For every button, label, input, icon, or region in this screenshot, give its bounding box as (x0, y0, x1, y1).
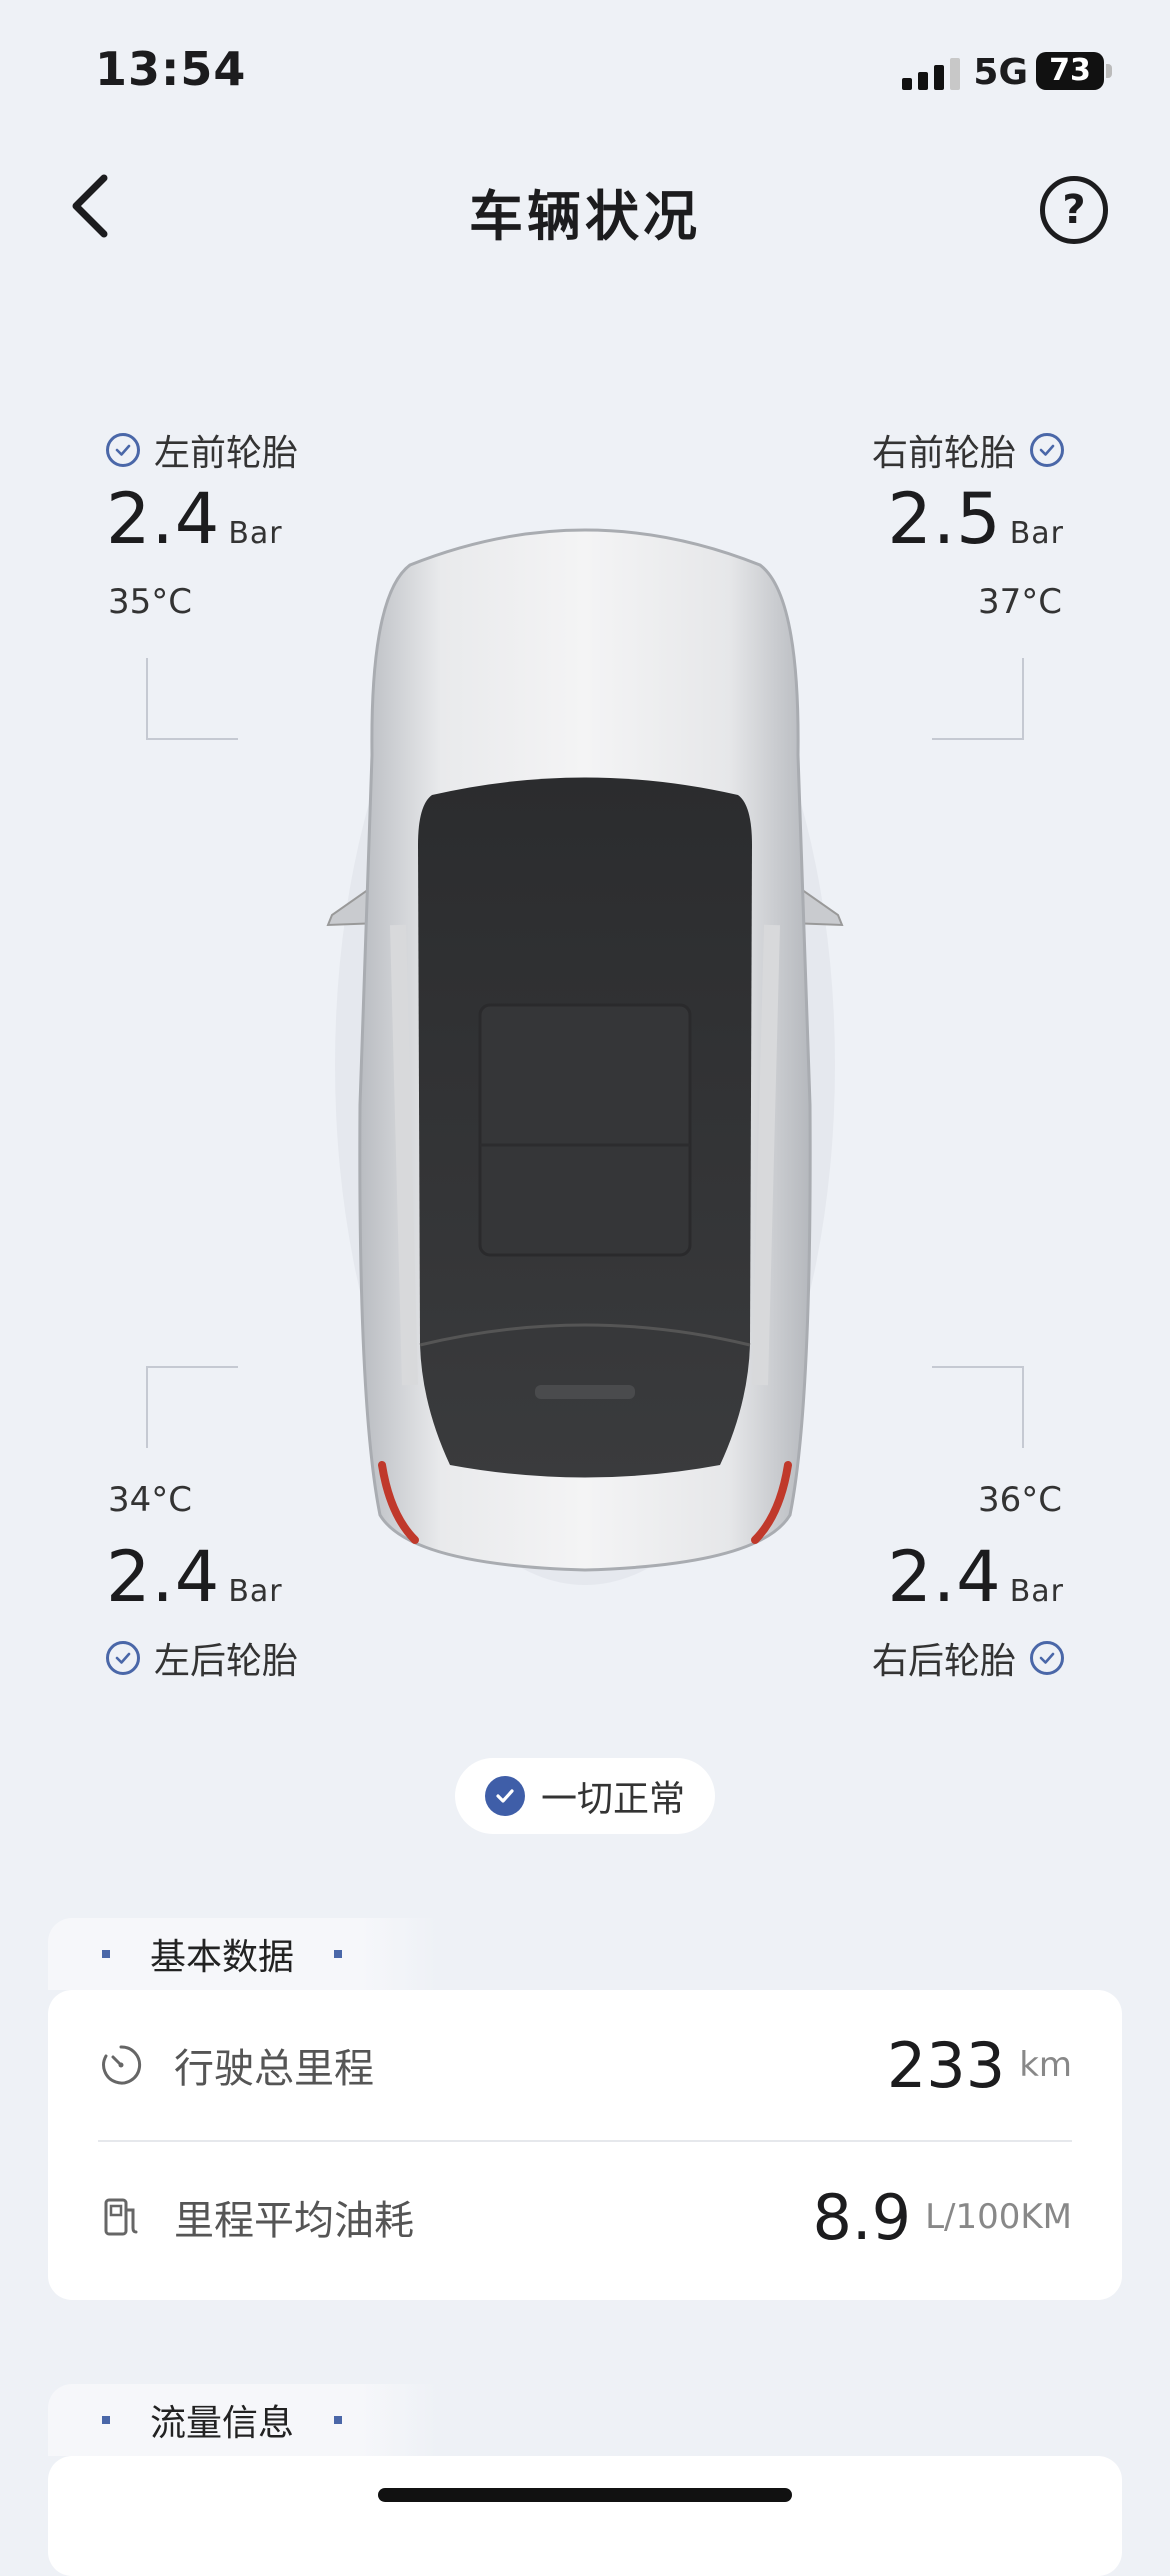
tab-traffic-info: 流量信息 (48, 2384, 438, 2456)
tire-rear-left-label: 左后轮胎 (106, 1632, 298, 1684)
check-circle-icon (106, 1641, 140, 1675)
tab-basic-data: 基本数据 (48, 1918, 438, 1990)
row-label: 里程平均油耗 (174, 2198, 414, 2244)
page-title: 车辆状况 (469, 185, 701, 248)
bracket-line (146, 1366, 238, 1448)
pressure-value: 2.4 (887, 1536, 1002, 1618)
tire-rear-left-pressure: 2.4 Bar (106, 1536, 283, 1618)
traffic-info-card (48, 2456, 1122, 2576)
home-indicator[interactable] (378, 2488, 792, 2502)
network-type: 5G (973, 52, 1028, 93)
tab-label: 基本数据 (150, 1937, 295, 1978)
status-time: 13:54 (95, 42, 247, 96)
tire-front-left-label: 左前轮胎 (106, 424, 298, 476)
row-value: 233 (886, 2028, 1006, 2102)
question-icon: ? (1062, 187, 1086, 233)
tire-label-text: 右前轮胎 (871, 433, 1016, 474)
pressure-unit: Bar (1009, 1574, 1064, 1609)
tire-rear-right-label: 右后轮胎 (872, 1632, 1064, 1684)
row-unit: km (1019, 2045, 1072, 2085)
bracket-line (146, 658, 238, 740)
tab-dot (334, 1950, 343, 1958)
pressure-value: 2.4 (106, 1536, 221, 1618)
fuel-pump-icon (104, 2198, 138, 2236)
tab-dot (102, 2416, 110, 2424)
signal-icon (902, 58, 960, 90)
status-text: 一切正常 (540, 1779, 685, 1820)
tab-dot (334, 2416, 343, 2424)
list-item[interactable]: 行驶总里程 233 km (98, 1990, 1072, 2140)
tire-rear-left-temp: 34°C (108, 1480, 193, 1520)
tire-label-text: 左后轮胎 (154, 1641, 299, 1682)
tire-label-text: 右后轮胎 (871, 1641, 1016, 1682)
battery-cap (1106, 64, 1112, 78)
bracket-line (932, 658, 1024, 740)
pressure-unit: Bar (228, 1574, 283, 1609)
help-button[interactable]: ? (1040, 176, 1108, 244)
car-top-view-image (326, 528, 844, 1585)
pressure-unit: Bar (1009, 516, 1064, 551)
tire-front-right-temp: 37°C (977, 582, 1062, 622)
tire-front-right-pressure: 2.5 Bar (887, 478, 1064, 560)
check-circle-icon (1030, 433, 1064, 467)
check-circle-icon (106, 433, 140, 467)
tab-label: 流量信息 (150, 2403, 295, 2444)
check-circle-icon (1030, 1641, 1064, 1675)
tire-front-left-pressure: 2.4 Bar (106, 478, 283, 560)
tire-front-right-label: 右前轮胎 (872, 424, 1064, 476)
tire-label-text: 左前轮胎 (154, 433, 299, 474)
pressure-unit: Bar (228, 516, 283, 551)
speedometer-icon (102, 2045, 142, 2085)
tire-rear-right-pressure: 2.4 Bar (887, 1536, 1064, 1618)
pressure-value: 2.4 (106, 478, 221, 560)
tab-dot (102, 1950, 110, 1958)
battery-icon: 73 (1036, 52, 1104, 90)
pressure-value: 2.5 (887, 478, 1002, 560)
row-label: 行驶总里程 (174, 2046, 374, 2092)
list-item[interactable]: 里程平均油耗 8.9 L/100KM (98, 2142, 1072, 2292)
basic-data-card: 行驶总里程 233 km 里程平均油耗 8.9 L/100KM (48, 1990, 1122, 2300)
bracket-line (932, 1366, 1024, 1448)
tire-rear-right-temp: 36°C (977, 1480, 1062, 1520)
row-unit: L/100KM (925, 2197, 1072, 2237)
row-value: 8.9 (812, 2180, 912, 2254)
check-circle-icon (484, 1776, 525, 1816)
status-pill: 一切正常 (455, 1758, 715, 1834)
tire-front-left-temp: 35°C (108, 582, 193, 622)
